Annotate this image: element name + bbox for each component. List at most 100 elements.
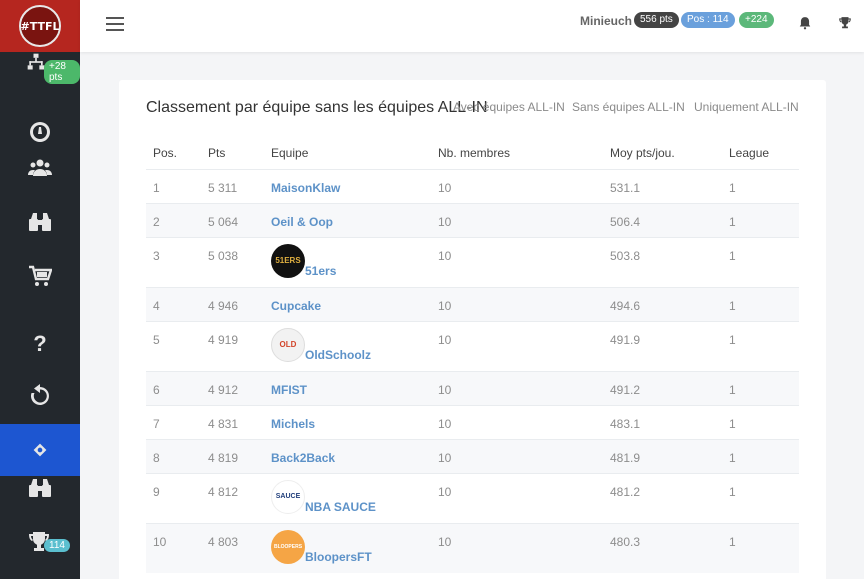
cell-members: 10 [431,320,603,371]
team-link[interactable]: Cupcake [271,299,321,313]
cell-pos: 4 [146,286,201,321]
cell-league: 1 [722,438,799,473]
cell-pts: 4 803 [201,522,264,573]
network-icon [27,53,45,70]
cell-league: 1 [722,522,799,573]
col-avg[interactable]: Moy pts/jou. [603,137,722,169]
team-logo-icon: OLD [271,327,305,362]
cell-members: 10 [431,438,603,473]
team-link[interactable]: 51ers [305,264,336,278]
binoculars-icon [29,213,51,231]
sidebar-item-history[interactable] [0,376,80,416]
table-row: 8 4 819 Back2Back 10 481.9 1 [146,438,799,473]
team-logo-icon: BLOOPERS [271,529,305,564]
cell-pts: 4 831 [201,404,264,439]
user-name[interactable]: Minieuch [580,14,632,28]
sidebar-item-shop[interactable] [0,256,80,296]
filter-without-all-in[interactable]: Sans équipes ALL-IN [572,100,685,114]
col-pts[interactable]: Pts [201,137,264,169]
cell-pos: 8 [146,438,201,473]
table-row: 1 5 311 MaisonKlaw 10 531.1 1 [146,168,799,203]
ranking-card: Classement par équipe sans les équipes A… [119,80,826,579]
table-row: 6 4 912 MFIST 10 491.2 1 [146,370,799,405]
sidebar-item-users[interactable] [0,148,80,188]
filter-with-all-in[interactable]: Avec équipes ALL-IN [453,100,565,114]
points-pill: 556 pts [634,12,679,28]
cell-league: 1 [722,320,799,371]
cell-avg: 491.2 [603,370,722,405]
table-row: 2 5 064 Oeil & Oop 10 506.4 1 [146,202,799,237]
col-pos[interactable]: Pos. [146,137,201,169]
cell-pts: 5 038 [201,236,264,287]
cart-icon [29,265,52,286]
cell-pos: 9 [146,472,201,523]
table-row: 5 4 919 OLD OldSchoolz 10 491.9 1 [146,320,799,371]
cell-league: 1 [722,404,799,439]
rank-badge: 114 [44,539,70,552]
team-link[interactable]: OldSchoolz [305,348,371,362]
cell-pos: 6 [146,370,201,405]
col-team[interactable]: Equipe [264,137,431,169]
team-logo-icon: 51ERS [271,243,305,278]
cell-pts: 4 946 [201,286,264,321]
col-league[interactable]: League [722,137,799,169]
cell-members: 10 [431,522,603,573]
sidebar-item-dashboard[interactable] [0,112,80,152]
points-badge: +28 pts [44,60,80,84]
sidebar-item-scouting[interactable] [0,202,80,242]
trophy-icon[interactable] [838,16,852,30]
cell-pos: 1 [146,168,201,203]
team-link[interactable]: BloopersFT [305,550,372,564]
cell-pos: 3 [146,236,201,287]
logo-text: #TTFL [19,5,61,47]
users-icon [28,159,52,176]
cell-pos: 7 [146,404,201,439]
cell-avg: 481.9 [603,438,722,473]
col-members[interactable]: Nb. membres [431,137,603,169]
cell-pts: 4 819 [201,438,264,473]
cell-avg: 503.8 [603,236,722,287]
team-link[interactable]: MaisonKlaw [271,181,340,195]
cell-members: 10 [431,236,603,287]
sidebar: #TTFL +28 pts ? 114 [0,0,80,579]
bell-icon[interactable] [798,16,812,30]
cell-avg: 531.1 [603,168,722,203]
team-link[interactable]: Oeil & Oop [271,215,333,229]
table-row: 7 4 831 Michels 10 483.1 1 [146,404,799,439]
cell-league: 1 [722,472,799,523]
cell-pos: 2 [146,202,201,237]
cell-pts: 4 919 [201,320,264,371]
filter-only-all-in[interactable]: Uniquement ALL-IN [694,100,799,114]
sidebar-item-help[interactable]: ? [0,324,80,364]
cell-pts: 4 912 [201,370,264,405]
cell-pos: 10 [146,522,201,573]
cell-avg: 491.9 [603,320,722,371]
team-link[interactable]: Back2Back [271,451,335,465]
sidebar-item-scouting-2[interactable] [0,468,80,508]
cell-avg: 480.3 [603,522,722,573]
refresh-icon [30,384,49,405]
cell-members: 10 [431,168,603,203]
team-link[interactable]: NBA SAUCE [305,500,376,514]
ranking-table: Pos. Pts Equipe Nb. membres Moy pts/jou.… [146,137,799,573]
cell-league: 1 [722,236,799,287]
cell-members: 10 [431,404,603,439]
team-link[interactable]: MFIST [271,383,307,397]
table-row: 9 4 812 SAUCE NBA SAUCE 10 481.2 1 [146,472,799,523]
menu-toggle-icon[interactable] [106,17,124,31]
cell-members: 10 [431,202,603,237]
cell-pts: 5 311 [201,168,264,203]
cell-avg: 481.2 [603,472,722,523]
team-icon [33,443,47,457]
cell-avg: 506.4 [603,202,722,237]
cell-members: 10 [431,370,603,405]
cell-league: 1 [722,202,799,237]
team-logo-icon: SAUCE [271,479,305,514]
table-row: 4 4 946 Cupcake 10 494.6 1 [146,286,799,321]
gauge-icon [30,122,50,142]
page-title: Classement par équipe sans les équipes A… [146,99,488,116]
team-link[interactable]: Michels [271,417,315,431]
question-icon: ? [33,331,47,356]
cell-pts: 4 812 [201,472,264,523]
position-pill: Pos : 114 [681,12,735,28]
